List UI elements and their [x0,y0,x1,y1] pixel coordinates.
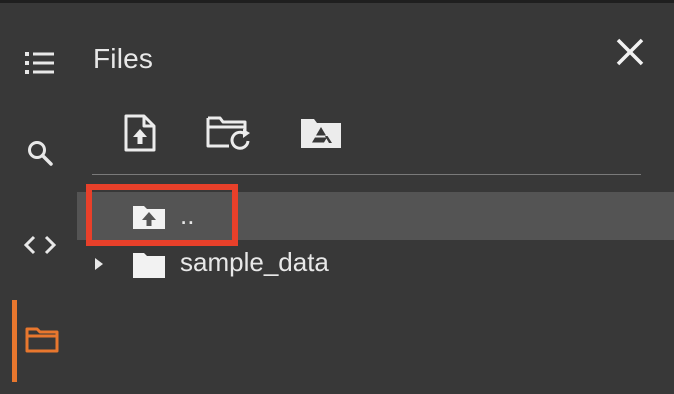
files-panel-window: Files .. sample_data [0,0,674,394]
upload-file-icon [122,113,158,158]
mount-drive-button[interactable] [296,110,346,160]
left-rail [0,3,78,394]
tree-row-label: .. [180,200,195,230]
folder-icon [25,325,59,353]
top-border [0,0,674,3]
code-snippets-button[interactable] [14,219,66,271]
folder-icon [132,251,166,284]
code-snippets-icon [24,234,56,256]
table-of-contents-icon [24,50,56,76]
files-button[interactable] [16,313,68,365]
parent-folder-icon [132,204,166,235]
refresh-button[interactable] [204,110,254,160]
toolbar-divider [92,174,641,175]
table-of-contents-button[interactable] [14,37,66,89]
close-button[interactable] [608,32,652,76]
mount-drive-icon [299,116,343,155]
tree-row-sample-data[interactable]: sample_data [77,240,674,288]
tree-row-parent[interactable]: .. [77,192,674,240]
refresh-folder-icon [205,114,253,157]
expand-chevron-icon[interactable] [93,256,105,277]
search-icon [26,139,54,167]
panel-title: Files [93,43,154,74]
close-icon [615,37,645,72]
search-button[interactable] [14,127,66,179]
tree-row-label: sample_data [180,247,329,277]
upload-button[interactable] [115,110,165,160]
